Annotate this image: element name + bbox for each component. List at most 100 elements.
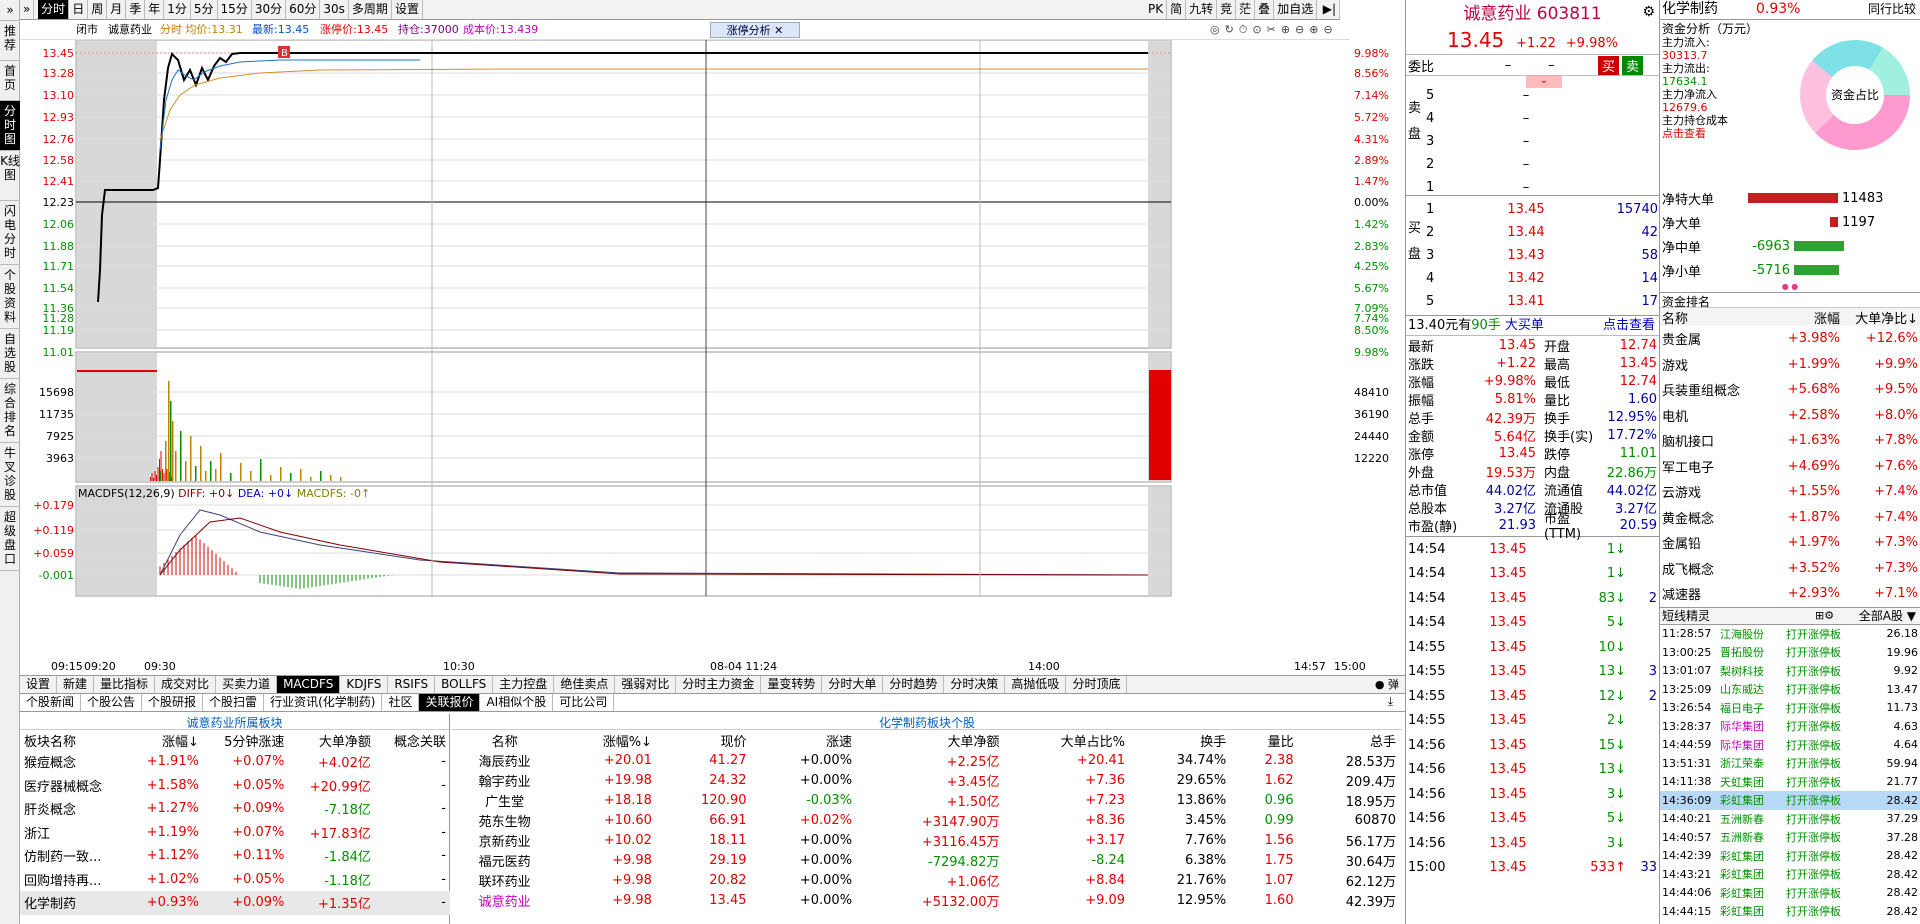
info-tab[interactable]: 关联报价 bbox=[419, 694, 481, 711]
sector-row[interactable]: 回购增持再... +1.02% +0.05% -1.18亿 - bbox=[20, 868, 450, 892]
info-tab[interactable]: 个股扫雷 bbox=[203, 694, 265, 711]
sector-row[interactable]: 医疗器械概念 +1.58% +0.05% +20.99亿 - bbox=[20, 774, 450, 798]
indicator-tab[interactable]: KDJFS bbox=[340, 676, 389, 693]
toolbar-tool-button[interactable]: 叠 bbox=[1255, 0, 1275, 19]
short-spirit-row[interactable]: 14:44:06 彩虹集团 打开涨停板 28.42 bbox=[1660, 884, 1920, 903]
info-tab[interactable]: AI相似个股 bbox=[480, 694, 554, 711]
short-filter-select[interactable]: 全部A股 ▼ bbox=[1859, 608, 1916, 624]
buy-button[interactable]: 买 bbox=[1598, 55, 1620, 75]
toolbar-period-tab[interactable]: 60分 bbox=[286, 0, 321, 19]
sector-column-header[interactable]: 5分钟涨速 bbox=[203, 730, 288, 750]
info-tab[interactable]: 个股公告 bbox=[81, 694, 143, 711]
indicator-tab[interactable]: 新建 bbox=[57, 676, 95, 693]
stock-row[interactable]: 广生堂 +18.18 120.90 -0.03% +1.50亿 +7.23 13.86% 0.… bbox=[452, 790, 1402, 810]
short-spirit-row[interactable]: 14:44:42彩虹集团打开涨停板28.42 bbox=[1660, 921, 1920, 924]
stock-row[interactable]: 福元医药 +9.98 29.19 +0.00% -7294.82万 -8.24 6.38% 1… bbox=[452, 850, 1402, 870]
info-tab[interactable]: 行业资讯(化学制药) bbox=[264, 694, 383, 711]
toolbar-period-tab[interactable]: 季 bbox=[126, 0, 146, 19]
sector-row[interactable]: 肝炎概念 +1.27% +0.09% -7.18亿 - bbox=[20, 797, 450, 821]
short-spirit-row[interactable]: 14:36:09 彩虹集团 打开涨停板 28.42 bbox=[1660, 791, 1920, 810]
info-tab[interactable]: 个股研报 bbox=[142, 694, 204, 711]
short-spirit-row[interactable]: 14:40:57 五洲新春 打开涨停板 37.28 bbox=[1660, 828, 1920, 847]
indicator-tab[interactable]: MACDFS bbox=[277, 676, 341, 693]
rank-row[interactable]: 减速器 +2.93% +7.1% bbox=[1660, 581, 1920, 607]
buy-level-row[interactable]: 4 13.42 14 bbox=[1426, 267, 1658, 290]
stock-column-header[interactable]: 涨幅%↓ bbox=[557, 730, 658, 750]
limit-analysis-tab[interactable]: 涨停分析 ✕ bbox=[710, 22, 800, 38]
rank-column-header[interactable]: 大单净比↓ bbox=[1840, 308, 1918, 327]
short-toolbar-icons[interactable]: ⊞⚙ bbox=[1815, 608, 1834, 624]
rank-row[interactable]: 脑机接口 +1.63% +7.8% bbox=[1660, 428, 1920, 454]
stock-row[interactable]: 京新药业 +10.02 18.11 +0.00% +3116.45万 +3.17 7.76%… bbox=[452, 830, 1402, 850]
stock-row[interactable]: 诚意药业 +9.98 13.45 +0.00% +5132.00万 +9.09 12.95%… bbox=[452, 890, 1402, 910]
rank-row[interactable]: 兵装重组概念 +5.68% +9.5% bbox=[1660, 377, 1920, 403]
left-nav-item[interactable]: 分时图 bbox=[0, 101, 20, 151]
short-spirit-row[interactable]: 13:28:37 际华集团 打开涨停板 4.63 bbox=[1660, 717, 1920, 736]
intraday-chart[interactable]: B bbox=[20, 40, 1350, 675]
rank-row[interactable]: 云游戏 +1.55% +7.4% bbox=[1660, 479, 1920, 505]
short-spirit-row[interactable]: 13:51:31 浙江荣泰 打开涨停板 59.94 bbox=[1660, 754, 1920, 773]
left-nav-item[interactable]: K线图 bbox=[0, 151, 20, 201]
view-big-order-link[interactable]: 点击查看 bbox=[1603, 316, 1655, 336]
chart-tool-icons[interactable]: ◎↻⏱⊙✂⊕⊖⊕⊖ bbox=[1210, 20, 1338, 40]
toolbar-tool-button[interactable]: PK bbox=[1145, 0, 1168, 19]
stock-row[interactable]: 翰宇药业 +19.98 24.32 +0.00% +3.45亿 +7.36 29.65% 1.… bbox=[452, 770, 1402, 790]
sector-row[interactable]: 猴痘概念 +1.91% +0.07% +4.02亿 - bbox=[20, 750, 450, 774]
toolbar-period-tab[interactable]: 多周期 bbox=[349, 0, 392, 19]
left-nav-item[interactable]: 推荐 bbox=[0, 21, 20, 61]
rank-column-header[interactable]: 涨幅 bbox=[1762, 308, 1840, 327]
toolbar-period-tab[interactable]: 分时 bbox=[38, 0, 70, 19]
sector-column-header[interactable]: 概念关联 bbox=[375, 730, 450, 750]
indicator-tab[interactable]: BOLLFS bbox=[435, 676, 494, 693]
indicator-tab[interactable]: RSIFS bbox=[388, 676, 436, 693]
left-nav-item[interactable]: 自选股 bbox=[0, 329, 20, 379]
toolbar-period-tab[interactable]: 30分 bbox=[252, 0, 287, 19]
stock-column-header[interactable]: 量比 bbox=[1232, 730, 1299, 750]
download-icon[interactable]: ⤓ bbox=[1388, 694, 1393, 709]
rank-row[interactable]: 电机 +2.58% +8.0% bbox=[1660, 403, 1920, 429]
short-spirit-row[interactable]: 14:44:15 彩虹集团 打开涨停板 28.42 bbox=[1660, 902, 1920, 921]
stock-row[interactable]: 苑东生物 +10.60 66.91 +0.02% +3147.90万 +8.36 3.45%… bbox=[452, 810, 1402, 830]
settings-gear-icon[interactable]: ⚙ bbox=[1642, 4, 1655, 20]
toolbar-period-tab[interactable]: 日 bbox=[69, 0, 89, 19]
short-spirit-row[interactable]: 13:25:09 山东威达 打开涨停板 13.47 bbox=[1660, 680, 1920, 699]
short-spirit-row[interactable]: 13:26:54 福日电子 打开涨停板 11.73 bbox=[1660, 699, 1920, 718]
stock-column-header[interactable]: 大单占比% bbox=[1005, 730, 1131, 750]
toolbar-period-tab[interactable]: 5分 bbox=[191, 0, 218, 19]
left-nav-item[interactable]: 闪电分时 bbox=[0, 201, 20, 265]
indicator-tab[interactable]: 成交对比 bbox=[155, 676, 217, 693]
indicator-tab[interactable]: 分时决策 bbox=[944, 676, 1006, 693]
toolbar-period-tab[interactable]: 周 bbox=[88, 0, 108, 19]
nav-expand-icon[interactable]: » bbox=[0, 0, 20, 21]
left-nav-item[interactable]: 首页 bbox=[0, 61, 20, 101]
indicator-tab[interactable]: 高抛低吸 bbox=[1005, 676, 1067, 693]
short-spirit-row[interactable]: 14:11:38 天虹集团 打开涨停板 21.77 bbox=[1660, 773, 1920, 792]
indicator-tab[interactable]: 主力控盘 bbox=[493, 676, 555, 693]
info-tab[interactable]: 个股新闻 bbox=[20, 694, 82, 711]
toolbar-period-tab[interactable]: 1分 bbox=[164, 0, 191, 19]
toolbar-tool-button[interactable]: 简 bbox=[1167, 0, 1187, 19]
toolbar-period-tab[interactable]: 30s bbox=[320, 0, 349, 19]
info-tab[interactable]: 可比公司 bbox=[553, 694, 615, 711]
indicator-tab[interactable]: 分时趋势 bbox=[883, 676, 945, 693]
toolbar-period-tab[interactable]: 设置 bbox=[392, 0, 423, 19]
toolbar-expand-icon[interactable]: » bbox=[20, 0, 35, 19]
indicator-tab[interactable]: 强弱对比 bbox=[615, 676, 677, 693]
info-tab[interactable]: 社区 bbox=[382, 694, 420, 711]
indicator-tab[interactable]: 量变转势 bbox=[761, 676, 823, 693]
stock-column-header[interactable]: 大单净额 bbox=[858, 730, 1005, 750]
short-spirit-row[interactable]: 14:44:59 际华集团 打开涨停板 4.64 bbox=[1660, 736, 1920, 755]
toolbar-period-tab[interactable]: 15分 bbox=[218, 0, 252, 19]
rank-column-header[interactable]: 名称 bbox=[1662, 308, 1762, 327]
indicator-tab[interactable]: 设置 bbox=[20, 676, 58, 693]
peer-compare-link[interactable]: 同行比较 bbox=[1868, 0, 1916, 18]
short-spirit-row[interactable]: 14:43:21 彩虹集团 打开涨停板 28.42 bbox=[1660, 865, 1920, 884]
left-nav-item[interactable]: 综合排名 bbox=[0, 379, 20, 443]
sector-column-header[interactable]: 大单净额 bbox=[288, 730, 374, 750]
stock-row[interactable]: 联环药业 +9.98 20.82 +0.00% +1.06亿 +8.84 21.76% 1.0… bbox=[452, 870, 1402, 890]
stock-column-header[interactable]: 现价 bbox=[658, 730, 753, 750]
rank-row[interactable]: 贵金属 +3.98% +12.6% bbox=[1660, 326, 1920, 352]
stock-column-header[interactable]: 名称 bbox=[452, 730, 557, 750]
sector-column-header[interactable]: 涨幅↓ bbox=[128, 730, 203, 750]
rank-row[interactable]: 成飞概念 +3.52% +7.3% bbox=[1660, 556, 1920, 582]
